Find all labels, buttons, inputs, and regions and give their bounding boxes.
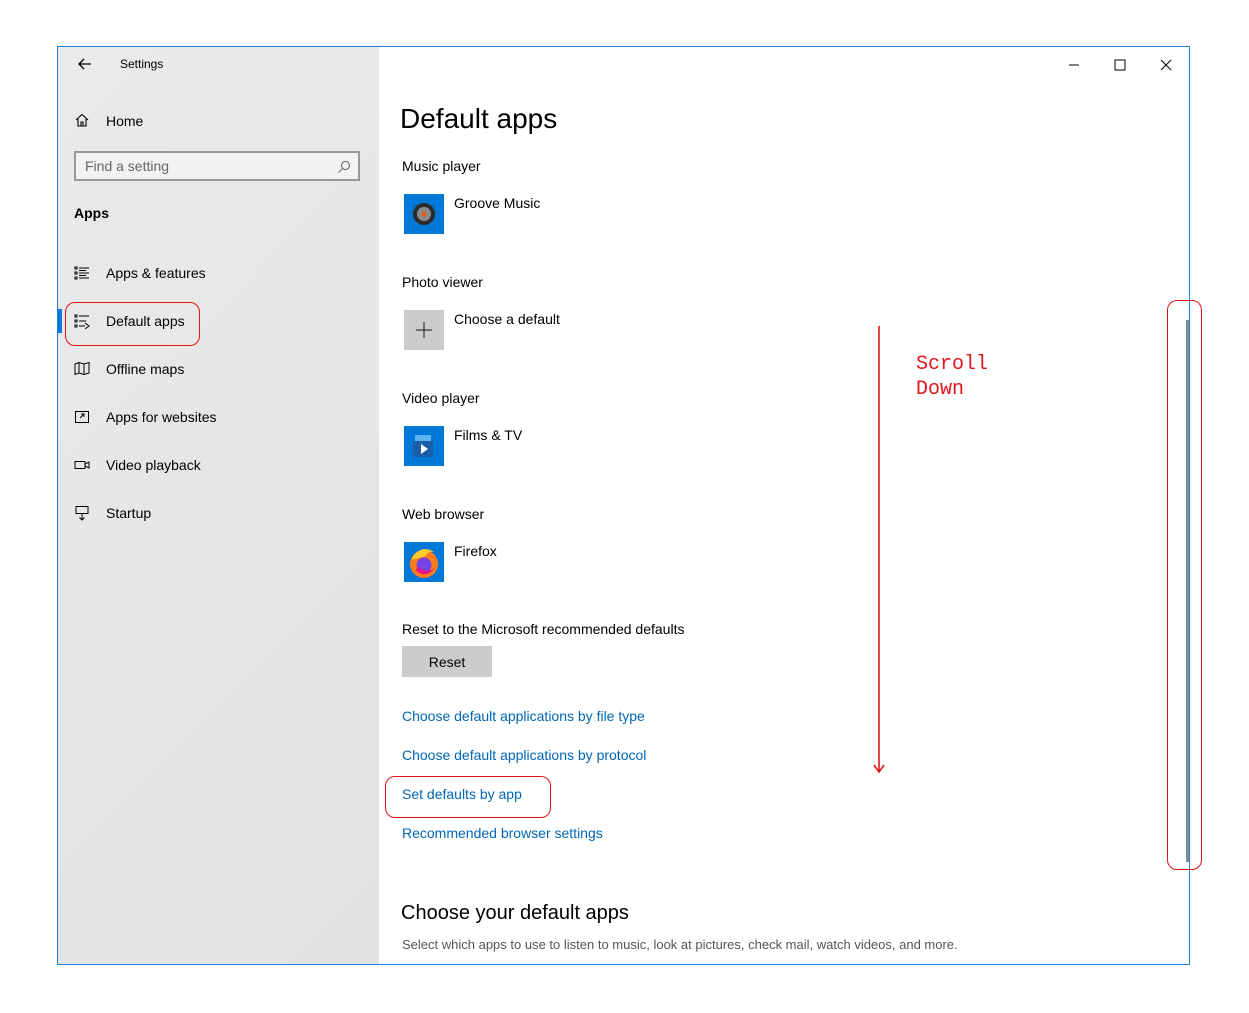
sidebar-item-apps-features[interactable]: Apps & features xyxy=(58,255,379,291)
category-label-video: Video player xyxy=(402,390,480,406)
sidebar-item-label: Startup xyxy=(106,505,152,521)
sidebar-item-label: Apps for websites xyxy=(106,409,217,425)
sidebar-item-video-playback[interactable]: Video playback xyxy=(58,447,379,483)
maximize-icon[interactable] xyxy=(1097,55,1143,75)
home-label: Home xyxy=(106,113,144,129)
annotation-highlight-scrollbar xyxy=(1167,300,1202,870)
default-app-video[interactable]: Films & TV xyxy=(404,426,704,468)
startup-icon xyxy=(75,506,89,521)
default-app-browser[interactable]: Firefox xyxy=(404,542,704,584)
apps-features-icon xyxy=(74,266,89,280)
link-defaults-by-protocol[interactable]: Choose default applications by protocol xyxy=(402,747,646,763)
window-title: Settings xyxy=(120,57,164,71)
search-box[interactable] xyxy=(74,151,360,181)
sidebar-item-startup[interactable]: Startup xyxy=(58,495,379,531)
section-description: Select which apps to use to listen to mu… xyxy=(402,937,958,952)
page-title: Default apps xyxy=(400,103,558,134)
sidebar-item-apps-for-websites[interactable]: Apps for websites xyxy=(58,399,379,435)
groove-music-icon xyxy=(404,194,444,234)
section-heading: Choose your default apps xyxy=(401,902,629,924)
firefox-icon xyxy=(404,542,444,582)
app-name: Firefox xyxy=(454,543,497,559)
annotation-scroll-down-text: Scroll Down xyxy=(916,353,989,401)
search-icon xyxy=(338,160,351,173)
category-label-music: Music player xyxy=(402,158,481,174)
default-app-photo[interactable]: Choose a default xyxy=(404,310,704,352)
reset-label: Reset to the Microsoft recommended defau… xyxy=(402,621,685,637)
settings-window: Settings Home Apps Apps & features xyxy=(57,46,1190,965)
sidebar-item-label: Video playback xyxy=(106,457,201,473)
home-icon xyxy=(75,113,89,127)
map-icon xyxy=(74,361,90,376)
link-defaults-by-file-type[interactable]: Choose default applications by file type xyxy=(402,708,645,724)
app-name: Choose a default xyxy=(454,311,560,327)
films-tv-icon xyxy=(404,426,444,466)
annotation-highlight-default-apps xyxy=(65,302,200,346)
search-input[interactable] xyxy=(85,158,325,174)
reset-button[interactable]: Reset xyxy=(402,646,492,677)
link-recommended-browser-settings[interactable]: Recommended browser settings xyxy=(402,825,603,841)
minimize-icon[interactable] xyxy=(1051,55,1097,75)
close-icon[interactable] xyxy=(1143,55,1189,75)
back-arrow-icon[interactable] xyxy=(74,53,96,75)
annotation-highlight-set-defaults xyxy=(385,776,551,818)
category-label-browser: Web browser xyxy=(402,506,485,522)
plus-icon xyxy=(404,310,444,350)
category-label-photo: Photo viewer xyxy=(402,274,483,290)
video-icon xyxy=(74,461,90,469)
app-name: Groove Music xyxy=(454,195,541,211)
section-label-apps: Apps xyxy=(74,205,109,221)
sidebar-item-home[interactable]: Home xyxy=(74,110,354,134)
default-app-music[interactable]: Groove Music xyxy=(404,194,704,236)
sidebar: Settings Home Apps Apps & features xyxy=(58,47,379,964)
sidebar-item-offline-maps[interactable]: Offline maps xyxy=(58,351,379,387)
sidebar-item-label: Offline maps xyxy=(106,361,185,377)
main-panel: Default apps Music player Groove Music P… xyxy=(379,47,1189,964)
apps-websites-icon xyxy=(75,411,89,423)
sidebar-item-label: Apps & features xyxy=(106,265,206,281)
active-indicator xyxy=(58,309,62,333)
scroll-down-arrow-icon xyxy=(873,326,885,774)
app-name: Films & TV xyxy=(454,427,523,443)
